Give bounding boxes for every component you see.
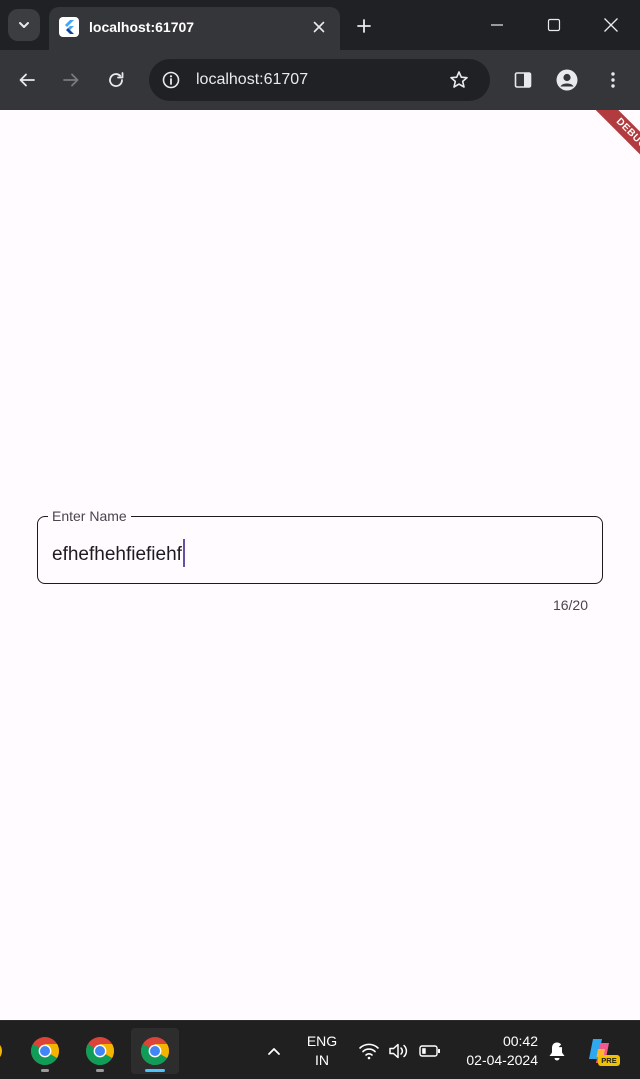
arrow-left-icon: [19, 73, 35, 87]
battery-icon: [419, 1045, 440, 1057]
close-icon: [604, 18, 618, 32]
close-icon: [313, 21, 325, 33]
more-vertical-icon: [611, 72, 615, 88]
copilot-preview-badge: PRE: [598, 1055, 620, 1066]
chrome-icon: [141, 1037, 169, 1065]
browser-tab[interactable]: localhost:61707: [49, 7, 340, 50]
url-text[interactable]: localhost:61707: [196, 71, 308, 89]
debug-banner-label: DEBUG: [586, 110, 640, 179]
tab-search-button[interactable]: [8, 9, 40, 41]
bell-snooze-icon: [549, 1041, 566, 1061]
side-panel-icon: [514, 72, 532, 88]
back-button[interactable]: [12, 65, 42, 95]
app-icon: [0, 1045, 2, 1057]
chrome-icon: [86, 1037, 114, 1065]
info-icon: [162, 71, 180, 89]
plus-icon: [357, 19, 371, 33]
minimize-icon: [491, 24, 503, 26]
language-indicator[interactable]: ENG IN: [300, 1032, 344, 1070]
arrow-right-icon: [63, 73, 79, 87]
browser-toolbar: localhost:61707: [0, 50, 640, 110]
tab-close-button[interactable]: [307, 15, 331, 39]
site-info-button[interactable]: [159, 68, 183, 92]
profile-avatar-icon: [556, 69, 578, 91]
taskbar-chrome-2[interactable]: [76, 1028, 124, 1074]
minimize-button[interactable]: [482, 10, 512, 40]
address-bar[interactable]: localhost:61707: [149, 59, 490, 101]
volume-status[interactable]: [386, 1039, 412, 1063]
star-icon: [450, 71, 468, 88]
side-panel-button[interactable]: [508, 65, 538, 95]
active-indicator: [145, 1069, 165, 1072]
maximize-icon: [547, 18, 561, 32]
text-caret: [182, 539, 185, 567]
new-tab-button[interactable]: [351, 13, 377, 39]
taskbar-chrome-1[interactable]: [21, 1028, 69, 1074]
debug-banner: DEBUG: [568, 110, 640, 182]
battery-status[interactable]: [417, 1039, 443, 1063]
bookmark-button[interactable]: [447, 68, 471, 92]
reload-button[interactable]: [101, 65, 131, 95]
browser-tab-strip: localhost:61707: [0, 0, 640, 50]
notifications-button[interactable]: [545, 1038, 569, 1064]
app-content: DEBUG Enter Name efhefhehfiefiehf 16/20: [0, 110, 640, 1020]
character-counter: 16/20: [552, 597, 588, 613]
name-input-value: efhefhehfiefiehf: [52, 544, 182, 565]
menu-button[interactable]: [598, 65, 628, 95]
name-field-label: Enter Name: [48, 508, 131, 524]
chevron-down-icon: [19, 22, 29, 28]
taskbar-chrome-active[interactable]: [131, 1028, 179, 1074]
running-indicator: [96, 1069, 104, 1072]
maximize-button[interactable]: [539, 10, 569, 40]
tab-title: localhost:61707: [89, 19, 195, 35]
chrome-icon: [31, 1037, 59, 1065]
system-clock[interactable]: 00:42 02-04-2024: [452, 1032, 538, 1070]
show-hidden-icons-button[interactable]: [262, 1039, 286, 1063]
chevron-up-icon: [268, 1048, 280, 1055]
window-close-button[interactable]: [596, 10, 626, 40]
profile-button[interactable]: [552, 65, 582, 95]
network-status[interactable]: [356, 1039, 382, 1063]
partial-app-icon[interactable]: [0, 1039, 8, 1063]
copilot-button[interactable]: PRE: [584, 1034, 620, 1068]
flutter-logo-icon: [59, 17, 79, 37]
language-code: ENG: [306, 1033, 338, 1049]
language-region: IN: [315, 1052, 329, 1068]
clock-time: 00:42: [502, 1033, 538, 1049]
name-text-field[interactable]: Enter Name efhefhehfiefiehf: [37, 508, 603, 584]
name-input[interactable]: efhefhehfiefiehf: [52, 539, 185, 567]
wifi-icon: [359, 1043, 379, 1060]
running-indicator: [41, 1069, 49, 1072]
volume-icon: [389, 1043, 408, 1059]
windows-taskbar: ENG IN 00:42 02-04-2024 PRE: [0, 1020, 640, 1079]
clock-date: 02-04-2024: [466, 1052, 538, 1068]
forward-button[interactable]: [56, 65, 86, 95]
reload-icon: [109, 72, 124, 87]
